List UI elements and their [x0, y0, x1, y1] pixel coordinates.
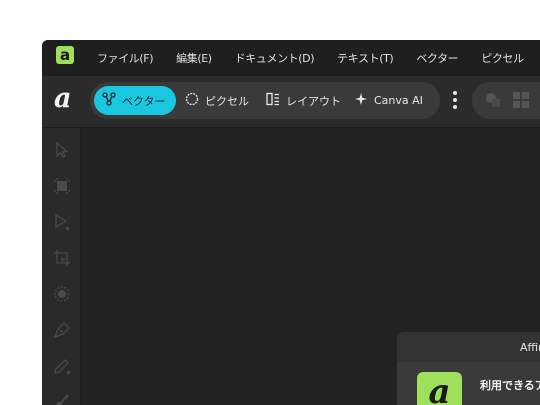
pencil-tool-icon[interactable]: [52, 356, 72, 376]
more-options-icon[interactable]: [452, 89, 458, 111]
grid-icon[interactable]: [512, 91, 530, 109]
brush-tool-icon[interactable]: [52, 390, 72, 405]
menu-items: ファイル(F) 編集(E) ドキュメント(D) テキスト(T) ベクター ピクセ…: [97, 40, 540, 76]
assets-icon[interactable]: [484, 91, 502, 109]
menu-file[interactable]: ファイル(F): [97, 50, 154, 66]
dialog-header: Affin: [397, 332, 540, 362]
pen-tool-icon[interactable]: [52, 320, 72, 340]
persona-switcher: ベクター ピクセル レイアウト Canva AI: [90, 82, 440, 119]
menu-pixel[interactable]: ピクセル: [481, 50, 524, 66]
persona-pixel-button[interactable]: ピクセル: [185, 86, 249, 115]
vector-icon: [102, 92, 116, 109]
pixel-icon: [185, 92, 199, 109]
persona-vector-label: ベクター: [122, 94, 166, 108]
persona-vector-button[interactable]: ベクター: [94, 86, 176, 115]
app-window: a ファイル(F) 編集(E) ドキュメント(D) テキスト(T) ベクター ピ…: [42, 40, 540, 405]
menu-vector[interactable]: ベクター: [416, 50, 458, 66]
dialog-title: Affin: [520, 341, 540, 354]
brand-logo-icon: a: [54, 83, 72, 114]
menu-document[interactable]: ドキュメント(D): [235, 50, 315, 66]
persona-canva-ai-label: Canva AI: [374, 94, 423, 107]
context-toolbar: [472, 82, 540, 119]
crop-tool-icon[interactable]: [52, 248, 72, 268]
artboard-tool-icon[interactable]: [52, 176, 72, 196]
persona-canva-ai-button[interactable]: Canva AI: [354, 86, 423, 115]
dialog-message: 利用できるア: [480, 379, 540, 392]
move-tool-icon[interactable]: [52, 140, 72, 160]
menu-edit[interactable]: 編集(E): [176, 50, 212, 66]
layout-icon: [266, 92, 280, 109]
app-logo-icon[interactable]: a: [56, 46, 74, 64]
sparkle-icon: [354, 92, 368, 109]
tools-panel: [42, 128, 81, 405]
persona-pixel-label: ピクセル: [205, 94, 249, 108]
persona-layout-button[interactable]: レイアウト: [266, 86, 341, 115]
toolbar: a ベクター ピクセル レイアウト Canva AI: [42, 76, 540, 128]
menu-text[interactable]: テキスト(T): [337, 50, 394, 66]
welcome-dialog: Affin a 利用できるア: [397, 332, 540, 405]
persona-layout-label: レイアウト: [286, 94, 341, 108]
color-picker-icon[interactable]: [52, 284, 72, 304]
node-tool-icon[interactable]: [52, 212, 72, 232]
dialog-logo-icon: a: [417, 372, 462, 405]
menubar: a ファイル(F) 編集(E) ドキュメント(D) テキスト(T) ベクター ピ…: [42, 40, 540, 76]
